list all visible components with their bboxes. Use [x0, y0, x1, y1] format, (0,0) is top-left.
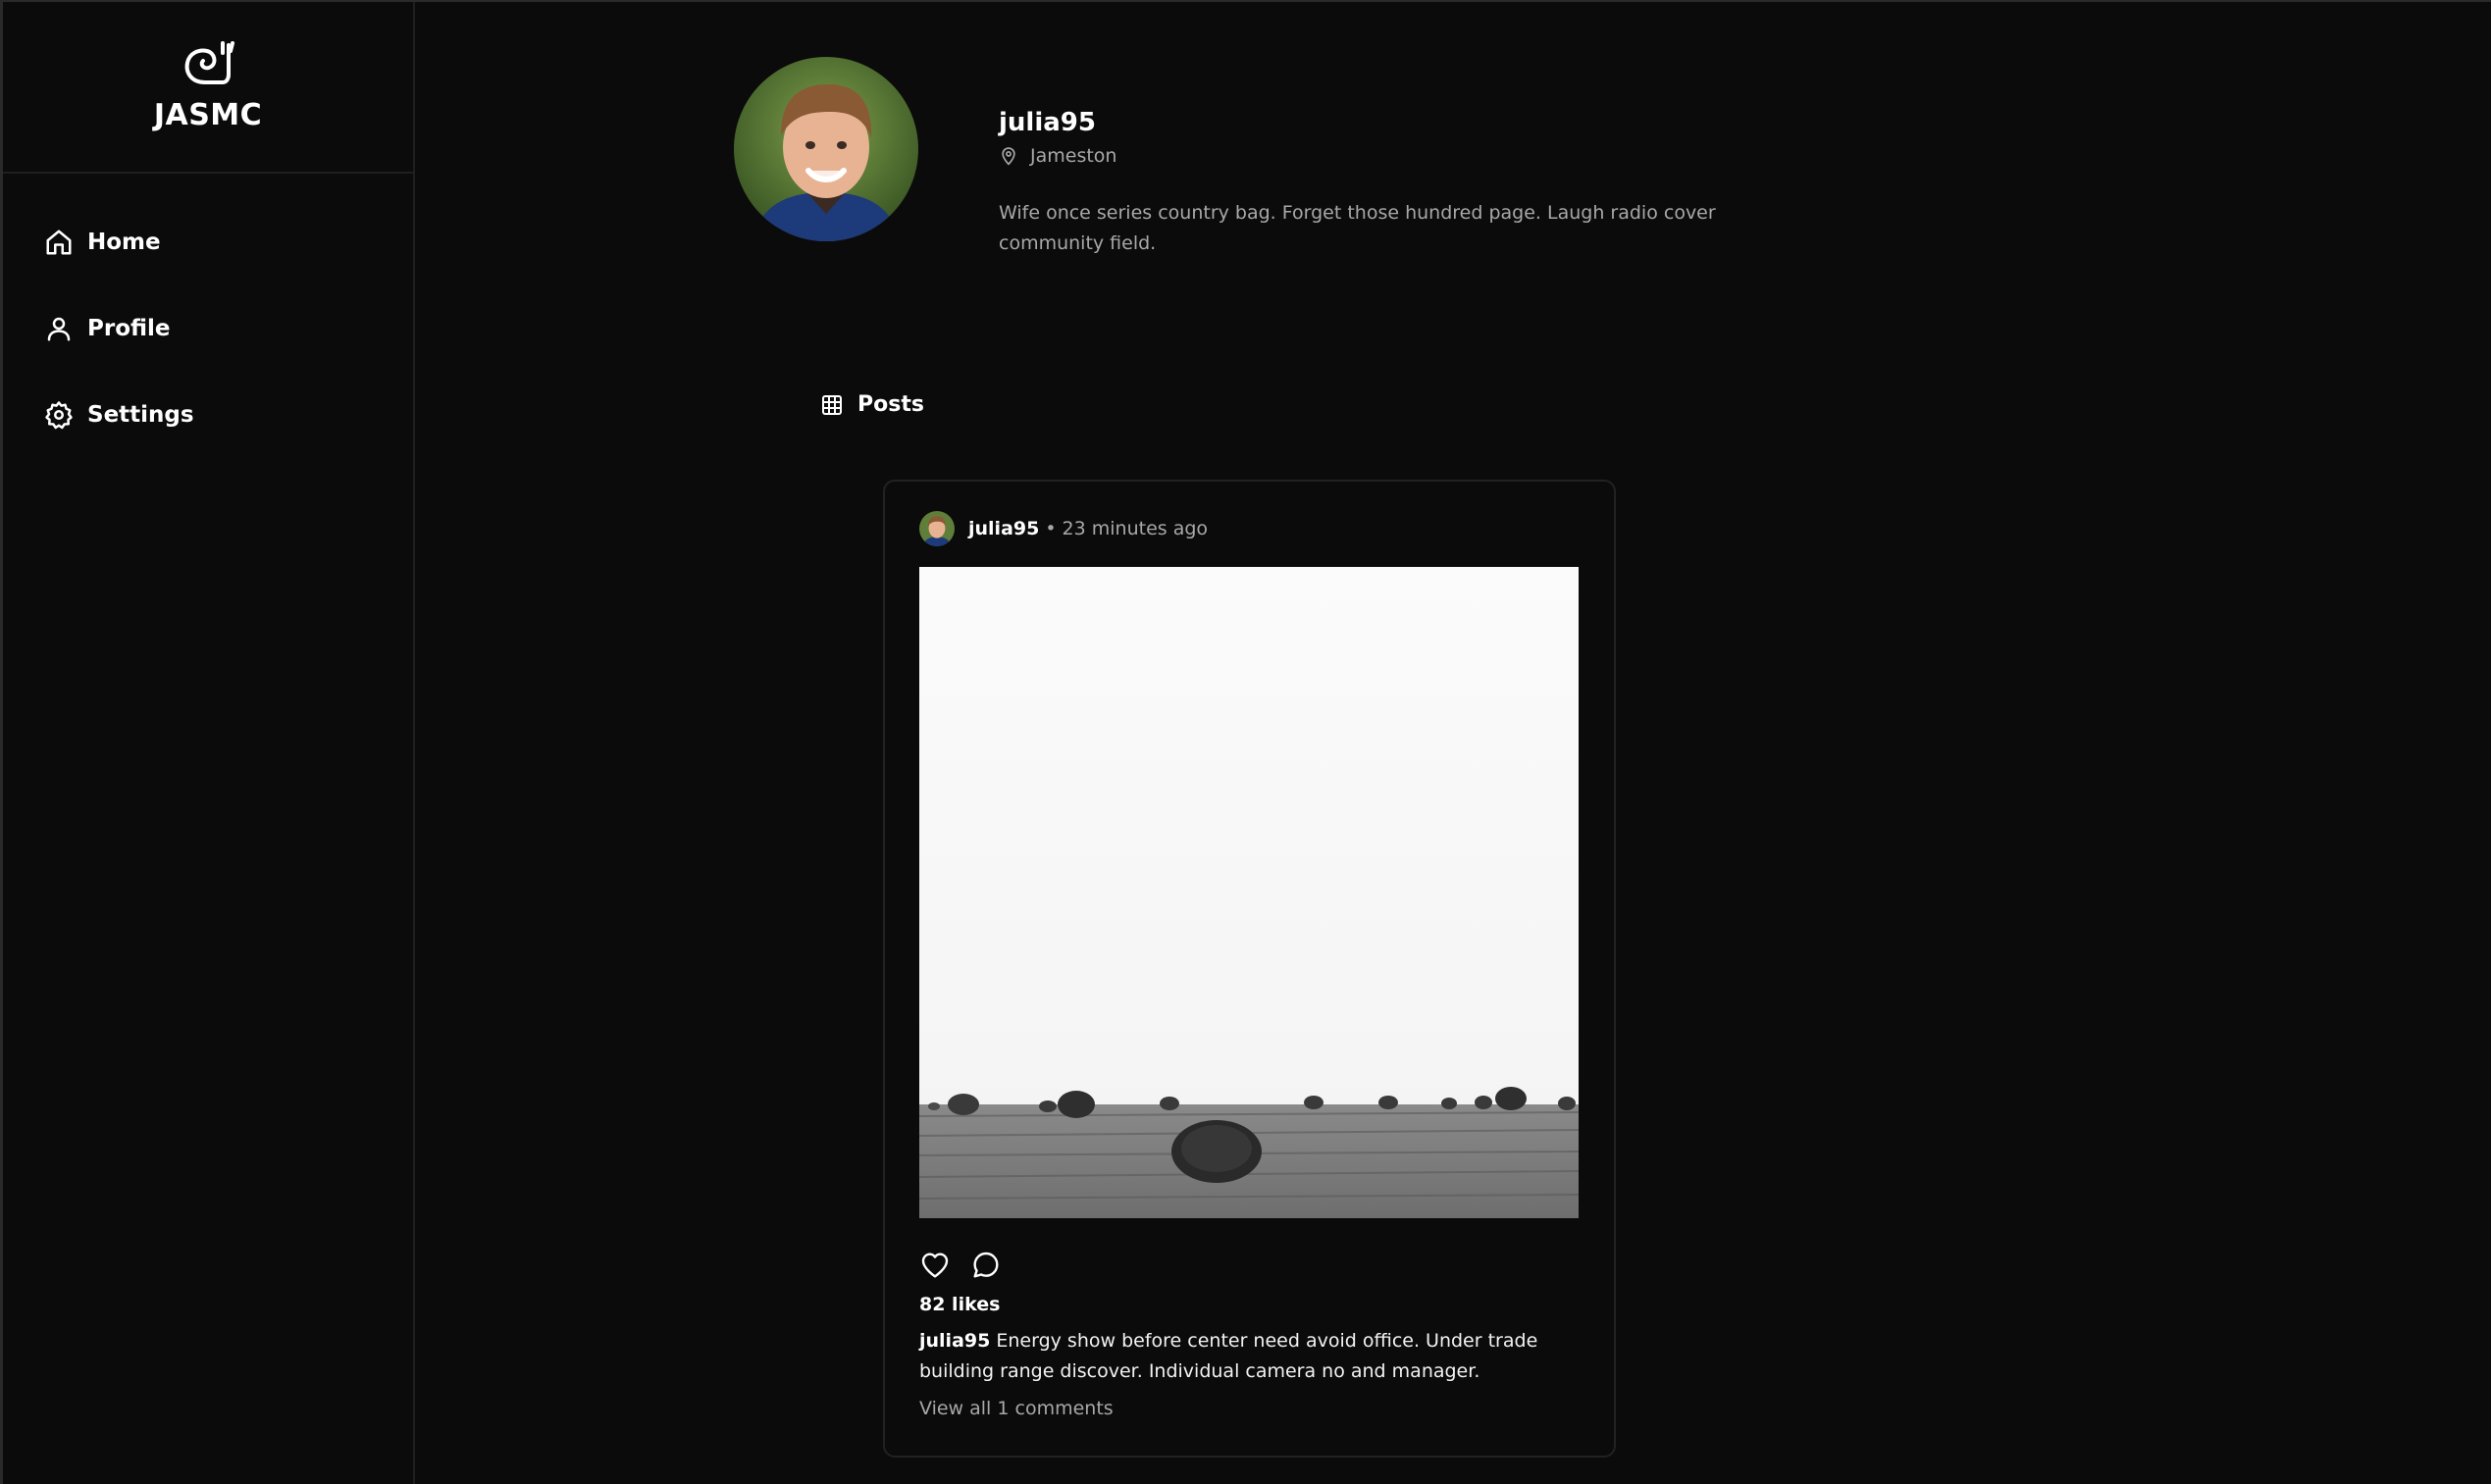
sidebar-item-label: Settings	[87, 402, 194, 428]
post-header: julia95 • 23 minutes ago	[919, 511, 1208, 546]
heart-icon[interactable]	[919, 1250, 951, 1281]
profile-bio: Wife once series country bag. Forget tho…	[999, 202, 1716, 254]
brand[interactable]: JASMC	[3, 2, 413, 174]
sidebar-nav: Home Profile Settings	[3, 174, 413, 444]
avatar-photo	[919, 511, 955, 546]
caption-text: Energy show before center need avoid off…	[919, 1330, 1538, 1382]
post-image[interactable]	[919, 567, 1579, 1218]
post-caption: julia95 Energy show before center need a…	[919, 1326, 1547, 1387]
post-likes-count: 82 likes	[919, 1294, 1001, 1315]
post-avatar[interactable]	[919, 511, 955, 546]
post-actions	[919, 1250, 1021, 1281]
sidebar-item-profile[interactable]: Profile	[3, 299, 413, 358]
home-icon	[46, 230, 72, 255]
hay-field-photo	[919, 567, 1579, 1218]
post-card: julia95 • 23 minutes ago 82 likes julia9…	[883, 480, 1616, 1458]
sidebar: JASMC Home Profile Settings	[3, 2, 415, 1484]
sidebar-item-home[interactable]: Home	[3, 213, 413, 272]
avatar-photo	[734, 57, 918, 241]
snail-icon	[184, 41, 234, 84]
comment-icon[interactable]	[970, 1250, 1002, 1281]
sidebar-item-label: Profile	[87, 316, 171, 341]
tab-posts-label: Posts	[857, 392, 924, 417]
profile-location: Jameston	[999, 145, 1744, 167]
sidebar-item-label: Home	[87, 230, 161, 255]
user-icon	[47, 317, 71, 341]
profile-info: julia95 Jameston Wife once series countr…	[999, 108, 1744, 259]
post-username[interactable]: julia95	[968, 518, 1039, 539]
view-comments-link[interactable]: View all 1 comments	[919, 1398, 1114, 1419]
grid-icon	[822, 394, 842, 415]
tab-posts[interactable]: Posts	[820, 392, 924, 417]
map-pin-icon	[1002, 147, 1015, 166]
location-text: Jameston	[1030, 145, 1117, 167]
sidebar-item-settings[interactable]: Settings	[3, 385, 413, 444]
profile-username: julia95	[999, 108, 1096, 137]
post-separator: •	[1045, 518, 1057, 539]
gear-icon	[45, 401, 73, 430]
caption-username[interactable]: julia95	[919, 1330, 990, 1352]
profile-avatar	[734, 57, 918, 241]
post-timestamp: 23 minutes ago	[1062, 518, 1209, 539]
brand-name: JASMC	[153, 98, 263, 132]
